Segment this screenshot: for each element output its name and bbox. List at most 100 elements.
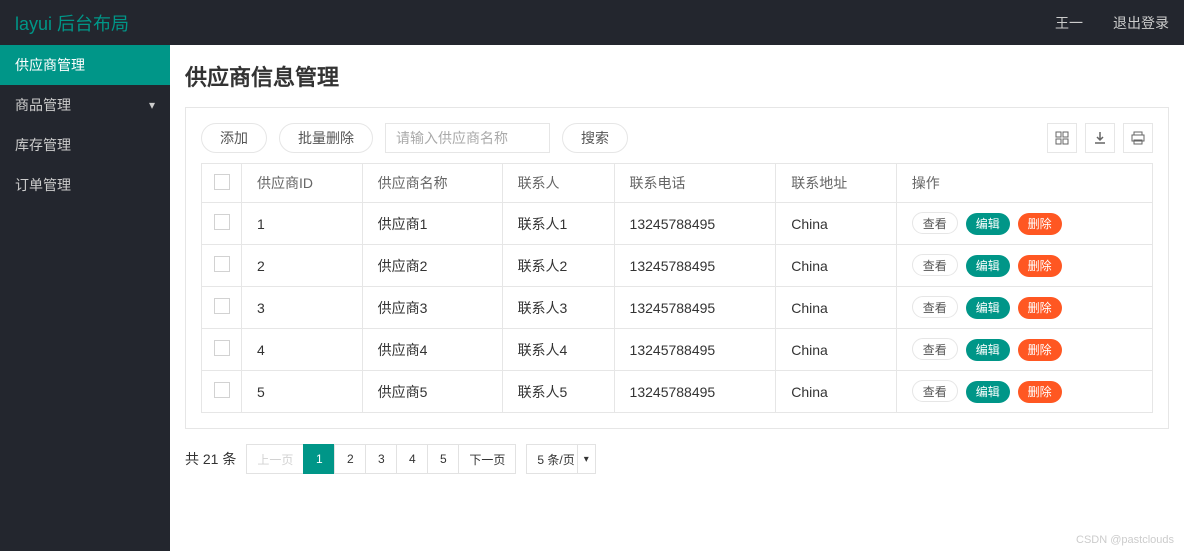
sidebar-item-label: 订单管理 [15,175,71,195]
card: 添加 批量删除 搜索 供应商ID 供应商名称 联系 [185,107,1169,429]
per-page-label: 5 条/页 [537,451,574,468]
table-row: 1 供应商1 联系人1 13245788495 China 查看 编辑 删除 [202,203,1153,245]
row-checkbox[interactable] [214,298,230,314]
toolbar-right [1047,123,1153,153]
cell-name: 供应商1 [362,203,502,245]
pagination: 共 21 条 上一页 1 2 3 4 5 下一页 5 条/页 ▾ [185,444,1169,474]
cell-phone: 13245788495 [614,287,776,329]
page-1-button[interactable]: 1 [303,444,335,474]
cell-address: China [776,329,897,371]
delete-button[interactable]: 删除 [1018,255,1062,277]
cell-phone: 13245788495 [614,203,776,245]
col-phone: 联系电话 [614,164,776,203]
table-row: 3 供应商3 联系人3 13245788495 China 查看 编辑 删除 [202,287,1153,329]
col-name: 供应商名称 [362,164,502,203]
chevron-down-icon: ▾ [577,445,595,473]
add-button[interactable]: 添加 [201,123,267,153]
per-page-select[interactable]: 5 条/页 ▾ [526,444,595,474]
page-4-button[interactable]: 4 [396,444,428,474]
view-button[interactable]: 查看 [912,338,958,360]
page-title: 供应商信息管理 [185,60,1169,92]
view-button[interactable]: 查看 [912,380,958,402]
sidebar-item-supplier[interactable]: 供应商管理 [0,45,170,85]
row-checkbox[interactable] [214,382,230,398]
search-button[interactable]: 搜索 [562,123,628,153]
cell-name: 供应商4 [362,329,502,371]
table-row: 2 供应商2 联系人2 13245788495 China 查看 编辑 删除 [202,245,1153,287]
table-header-row: 供应商ID 供应商名称 联系人 联系电话 联系地址 操作 [202,164,1153,203]
edit-button[interactable]: 编辑 [966,255,1010,277]
cell-address: China [776,203,897,245]
sidebar-item-label: 库存管理 [15,135,71,155]
table-row: 4 供应商4 联系人4 13245788495 China 查看 编辑 删除 [202,329,1153,371]
cell-id: 1 [242,203,363,245]
cell-address: China [776,371,897,413]
col-address: 联系地址 [776,164,897,203]
export-icon[interactable] [1085,123,1115,153]
row-checkbox[interactable] [214,256,230,272]
view-button[interactable]: 查看 [912,212,958,234]
toolbar: 添加 批量删除 搜索 [201,123,1153,153]
cell-actions: 查看 编辑 删除 [896,245,1152,287]
sidebar-item-inventory[interactable]: 库存管理 [0,125,170,165]
col-id: 供应商ID [242,164,363,203]
page-total: 共 21 条 [185,449,236,469]
data-table: 供应商ID 供应商名称 联系人 联系电话 联系地址 操作 1 供应商1 联系人1… [201,163,1153,413]
main-content: 供应商信息管理 添加 批量删除 搜索 [170,45,1184,551]
view-button[interactable]: 查看 [912,296,958,318]
header: layui 后台布局 王一 退出登录 [0,0,1184,45]
username-link[interactable]: 王一 [1055,13,1083,33]
page-3-button[interactable]: 3 [365,444,397,474]
delete-button[interactable]: 删除 [1018,381,1062,403]
page-5-button[interactable]: 5 [427,444,459,474]
batch-delete-button[interactable]: 批量删除 [279,123,373,153]
cell-name: 供应商3 [362,287,502,329]
edit-button[interactable]: 编辑 [966,381,1010,403]
delete-button[interactable]: 删除 [1018,297,1062,319]
columns-icon[interactable] [1047,123,1077,153]
next-page-button[interactable]: 下一页 [458,444,516,474]
col-contact: 联系人 [502,164,614,203]
cell-id: 5 [242,371,363,413]
sidebar-item-label: 供应商管理 [15,55,85,75]
logout-link[interactable]: 退出登录 [1113,13,1169,33]
sidebar-item-product[interactable]: 商品管理 ▾ [0,85,170,125]
delete-button[interactable]: 删除 [1018,213,1062,235]
row-checkbox[interactable] [214,214,230,230]
edit-button[interactable]: 编辑 [966,297,1010,319]
search-input[interactable] [385,123,550,153]
cell-address: China [776,245,897,287]
cell-actions: 查看 编辑 删除 [896,329,1152,371]
print-icon[interactable] [1123,123,1153,153]
edit-button[interactable]: 编辑 [966,339,1010,361]
cell-contact: 联系人3 [502,287,614,329]
col-action: 操作 [896,164,1152,203]
cell-address: China [776,287,897,329]
cell-actions: 查看 编辑 删除 [896,371,1152,413]
delete-button[interactable]: 删除 [1018,339,1062,361]
cell-contact: 联系人4 [502,329,614,371]
sidebar-item-order[interactable]: 订单管理 [0,165,170,205]
row-checkbox[interactable] [214,340,230,356]
cell-actions: 查看 编辑 删除 [896,287,1152,329]
header-right: 王一 退出登录 [1055,13,1169,33]
cell-name: 供应商5 [362,371,502,413]
page-buttons: 上一页 1 2 3 4 5 下一页 [246,444,516,474]
edit-button[interactable]: 编辑 [966,213,1010,235]
cell-actions: 查看 编辑 删除 [896,203,1152,245]
cell-id: 3 [242,287,363,329]
sidebar: 供应商管理 商品管理 ▾ 库存管理 订单管理 [0,45,170,551]
cell-phone: 13245788495 [614,245,776,287]
toolbar-left: 添加 批量删除 搜索 [201,123,628,153]
cell-contact: 联系人2 [502,245,614,287]
cell-phone: 13245788495 [614,371,776,413]
table-row: 5 供应商5 联系人5 13245788495 China 查看 编辑 删除 [202,371,1153,413]
select-all-checkbox[interactable] [214,174,230,190]
view-button[interactable]: 查看 [912,254,958,276]
cell-id: 4 [242,329,363,371]
prev-page-button[interactable]: 上一页 [246,444,304,474]
cell-phone: 13245788495 [614,329,776,371]
cell-name: 供应商2 [362,245,502,287]
page-2-button[interactable]: 2 [334,444,366,474]
sidebar-item-label: 商品管理 [15,95,71,115]
